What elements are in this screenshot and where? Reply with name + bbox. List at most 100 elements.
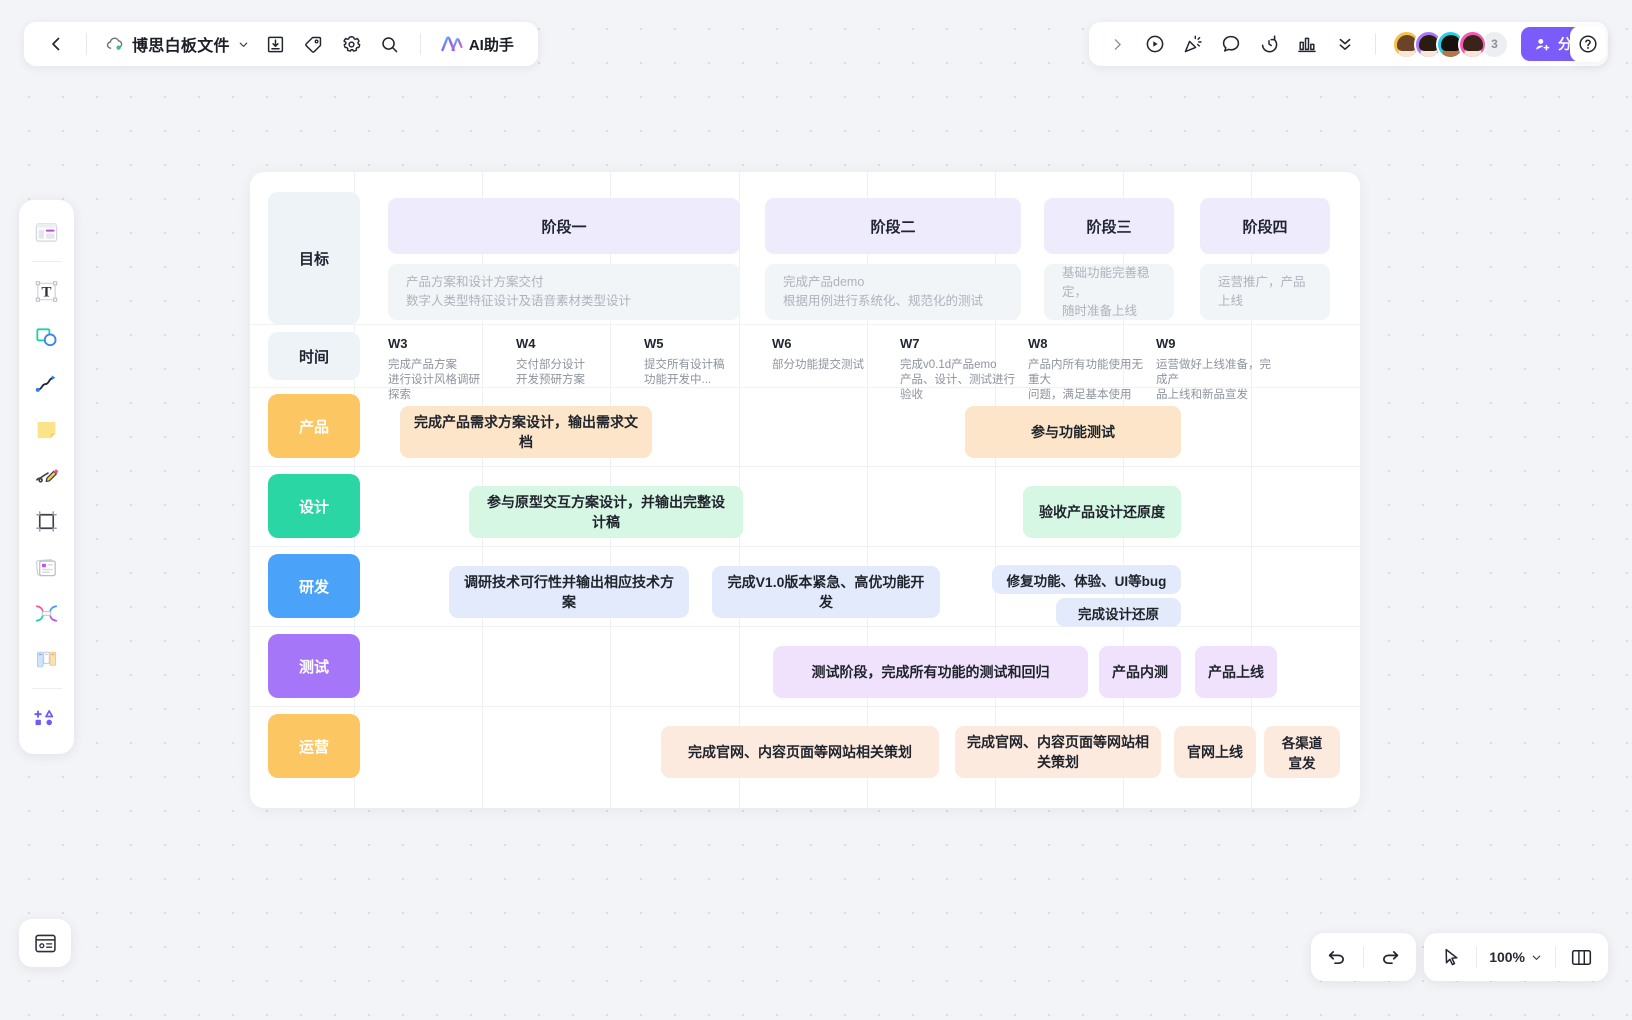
task-card[interactable]: 产品上线 (1195, 646, 1277, 698)
task-text: 官网上线 (1187, 744, 1243, 760)
back-button[interactable] (38, 26, 74, 62)
chart-button[interactable] (1289, 26, 1325, 62)
week-cell-w6[interactable]: W6 部分功能提交测试 (762, 336, 880, 373)
week-desc: 完成产品方案 进行设计风格调研探索 (388, 359, 480, 401)
avatar[interactable] (1458, 29, 1487, 59)
phase-header-1[interactable]: 阶段一 (388, 198, 740, 254)
phase-desc-3[interactable]: 基础功能完善稳定， 随时准备上线 (1044, 264, 1174, 320)
task-card[interactable]: 官网上线 (1174, 726, 1256, 778)
task-card[interactable]: 完成设计还原 (1056, 598, 1181, 627)
task-card[interactable]: 完成官网、内容页面等网站相关策划 (661, 726, 939, 778)
more-options-button[interactable] (1327, 26, 1363, 62)
collaborator-avatars[interactable]: 3 (1392, 29, 1509, 59)
chevron-right-icon (1114, 38, 1121, 50)
phase-title: 阶段三 (1086, 218, 1132, 236)
pen-tool[interactable] (25, 453, 69, 497)
redo-button[interactable] (1372, 938, 1410, 976)
row-label-text: 研发 (298, 578, 329, 596)
week-desc: 产品内所有功能使用无重大 问题，满足基本使用 (1028, 359, 1143, 401)
task-card[interactable]: 验收产品设计还原度 (1023, 486, 1181, 538)
present-button[interactable] (1137, 26, 1173, 62)
undo-redo-group (1311, 933, 1416, 981)
row-label-text: 产品 (298, 418, 329, 436)
zoom-controls: 100% (1424, 933, 1608, 981)
row-label-time[interactable]: 时间 (268, 332, 360, 380)
help-button[interactable] (1570, 26, 1606, 62)
row-label-design[interactable]: 设计 (268, 474, 360, 538)
phase-desc-text: 完成产品demo 根据用例进行系统化、规范化的测试 (783, 275, 984, 308)
task-card[interactable]: 测试阶段，完成所有功能的测试和回归 (773, 646, 1088, 698)
phase-desc-2[interactable]: 完成产品demo 根据用例进行系统化、规范化的测试 (765, 264, 1021, 320)
row-label-product[interactable]: 产品 (268, 394, 360, 458)
document-title-button[interactable]: 博思白板文件 (99, 32, 256, 56)
comment-bubble-icon (1222, 35, 1240, 52)
undo-button[interactable] (1317, 938, 1355, 976)
expand-toolbar-button[interactable] (1099, 26, 1135, 62)
week-title: W8 (1028, 336, 1048, 351)
task-card[interactable]: 调研技术可行性并输出相应技术方案 (449, 566, 689, 618)
ai-assistant-button[interactable]: AI助手 (433, 28, 524, 60)
chevron-down-icon (239, 42, 248, 47)
task-card[interactable]: 产品内测 (1099, 646, 1181, 698)
task-card[interactable]: 参与功能测试 (965, 406, 1181, 458)
row-label-goal[interactable]: 目标 (268, 192, 360, 324)
week-cell-w3[interactable]: W3 完成产品方案 进行设计风格调研探索 (378, 336, 488, 403)
week-desc: 部分功能提交测试 (772, 359, 864, 371)
task-card[interactable]: 完成产品需求方案设计，输出需求文档 (400, 406, 652, 458)
week-title: W3 (388, 336, 408, 351)
frame-tool[interactable] (25, 499, 69, 543)
settings-button[interactable] (334, 26, 370, 62)
select-pointer-button[interactable] (1432, 938, 1470, 976)
grid-line (250, 706, 1360, 707)
page-thumbnail-button[interactable] (19, 919, 71, 967)
week-cell-w5[interactable]: W5 提交所有设计稿 功能开发中... (634, 336, 744, 388)
timer-button[interactable] (1251, 26, 1287, 62)
phase-header-3[interactable]: 阶段三 (1044, 198, 1174, 254)
tag-button[interactable] (296, 26, 332, 62)
celebrate-button[interactable] (1175, 26, 1211, 62)
task-card[interactable]: 参与原型交互方案设计，并输出完整设计稿 (469, 486, 743, 538)
row-label-text: 设计 (298, 498, 329, 516)
comment-button[interactable] (1213, 26, 1249, 62)
task-card[interactable]: 完成V1.0版本紧急、高优功能开发 (712, 566, 940, 618)
phase-header-4[interactable]: 阶段四 (1200, 198, 1330, 254)
minimap-button[interactable] (1562, 938, 1600, 976)
task-card[interactable]: 修复功能、体验、UI等bug (992, 565, 1181, 594)
ai-sparkle-icon (441, 36, 463, 52)
phase-desc-4[interactable]: 运营推广，产品上线 (1200, 264, 1330, 320)
shape-tool[interactable] (25, 315, 69, 359)
row-label-dev[interactable]: 研发 (268, 554, 360, 618)
phase-desc-1[interactable]: 产品方案和设计方案交付 数字人类型特征设计及语音素材类型设计 (388, 264, 740, 320)
week-title: W7 (900, 336, 920, 351)
task-card[interactable]: 各渠道宣发 (1264, 726, 1340, 778)
row-label-text: 测试 (298, 658, 329, 676)
week-title: W4 (516, 336, 536, 351)
connector-tool[interactable] (25, 361, 69, 405)
row-label-test[interactable]: 测试 (268, 634, 360, 698)
row-label-ops[interactable]: 运营 (268, 714, 360, 778)
sticky-note-tool[interactable] (25, 407, 69, 451)
zoom-level-button[interactable]: 100% (1483, 938, 1549, 976)
card-tool[interactable] (25, 545, 69, 589)
template-tool[interactable] (25, 210, 69, 254)
week-cell-w8[interactable]: W8 产品内所有功能使用无重大 问题，满足基本使用 (1018, 336, 1148, 403)
week-cell-w9[interactable]: W9 运营做好上线准备，完成产 品上线和新品宣发 (1146, 336, 1276, 403)
week-cell-w7[interactable]: W7 完成v0.1d产品emo 产品、设计、测试进行验收 (890, 336, 1015, 403)
kanban-tool[interactable] (25, 637, 69, 681)
minimap-icon (34, 934, 56, 952)
task-text: 修复功能、体验、UI等bug (1006, 573, 1167, 589)
week-cell-w4[interactable]: W4 交付部分设计 开发预研方案 (506, 336, 616, 388)
more-shapes-tool[interactable] (25, 696, 69, 740)
search-button[interactable] (372, 26, 408, 62)
confetti-icon (1184, 35, 1202, 53)
task-text: 参与原型交互方案设计，并输出完整设计稿 (487, 494, 725, 530)
phase-desc-text: 基础功能完善稳定， 随时准备上线 (1062, 265, 1150, 318)
whiteboard-canvas-board[interactable]: 目标 时间 产品 设计 研发 测试 运营 阶段一 阶段二 阶段三 阶段四 产品方… (250, 172, 1360, 808)
task-text: 完成设计还原 (1078, 606, 1159, 622)
text-tool[interactable]: T (25, 269, 69, 313)
download-button[interactable] (258, 26, 294, 62)
phase-header-2[interactable]: 阶段二 (765, 198, 1021, 254)
task-card[interactable]: 完成官网、内容页面等网站相关策划 (955, 726, 1161, 778)
mindmap-tool[interactable] (25, 591, 69, 635)
search-icon (382, 36, 398, 52)
